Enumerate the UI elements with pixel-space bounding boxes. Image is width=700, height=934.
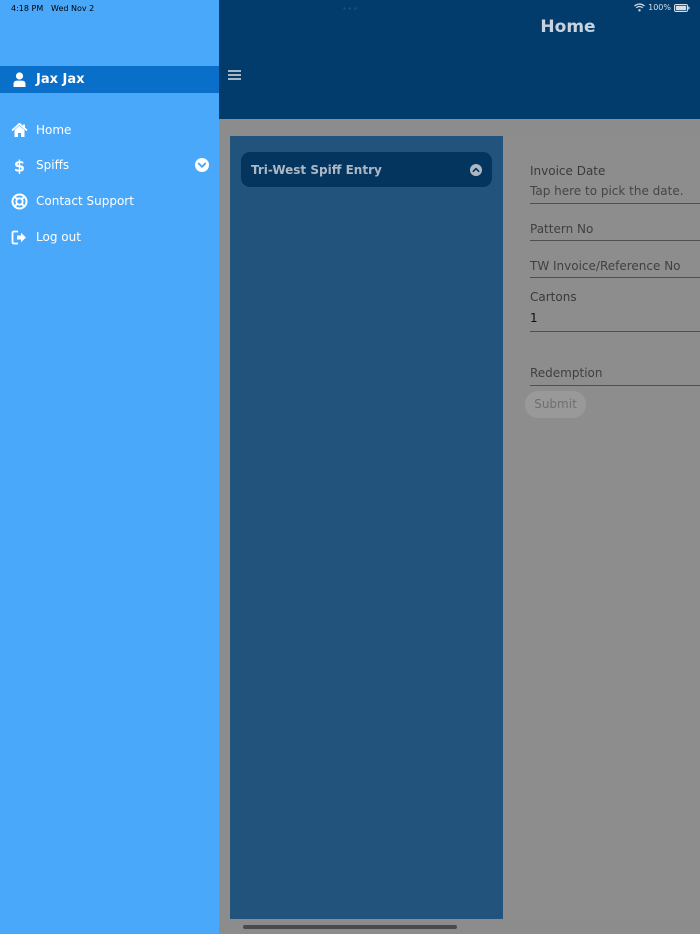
cartons-label: Cartons [530, 290, 577, 304]
accordion-title: Tri-West Spiff Entry [251, 163, 382, 177]
wifi-icon [634, 3, 646, 12]
user-name: Jax Jax [36, 72, 85, 87]
chevron-up-circle-icon [470, 164, 482, 176]
invoice-date-underline [530, 203, 700, 204]
nav-item-log-out[interactable]: Log out [0, 222, 219, 252]
invoice-date-label: Invoice Date [530, 164, 606, 178]
redemption-underline [530, 385, 700, 386]
nav-label-spiffs: Spiffs [36, 158, 70, 172]
nav-label-log-out: Log out [36, 230, 81, 244]
nav-item-spiffs[interactable]: $ Spiffs [0, 150, 219, 180]
svg-text:$: $ [14, 157, 25, 174]
invoice-date-field[interactable]: Tap here to pick the date. [530, 184, 684, 198]
tw-invoice-underline [530, 277, 700, 278]
dollar-icon: $ [14, 157, 25, 174]
lifebuoy-icon [11, 193, 28, 210]
spiff-list-panel [230, 136, 503, 919]
submit-button[interactable]: Submit [525, 391, 586, 418]
cartons-underline [530, 331, 700, 332]
pattern-no-field[interactable]: Pattern No [530, 222, 593, 236]
pattern-no-underline [530, 240, 700, 241]
page-title: Home [540, 17, 596, 37]
user-profile-row[interactable]: Jax Jax [0, 66, 219, 93]
menu-icon[interactable] [226, 68, 246, 86]
nav-label-contact-support: Contact Support [36, 194, 134, 208]
nav-item-home[interactable]: Home [0, 115, 219, 145]
accordion-tri-west-spiff-entry[interactable]: Tri-West Spiff Entry [241, 152, 492, 187]
battery-percentage: 100% [648, 3, 671, 12]
cartons-field[interactable]: 1 [530, 311, 538, 325]
spiff-form-panel [503, 136, 700, 919]
multitasking-dots-icon[interactable] [343, 7, 357, 10]
logout-icon [11, 230, 26, 245]
home-icon [11, 122, 28, 137]
status-date: Wed Nov 2 [51, 4, 95, 13]
status-time: 4:18 PM [11, 4, 44, 13]
nav-drawer: 4:18 PM Wed Nov 2 Jax Jax Home $ Spiffs [0, 0, 219, 934]
tw-invoice-field[interactable]: TW Invoice/Reference No [530, 259, 681, 273]
nav-label-home: Home [36, 123, 72, 137]
nav-item-contact-support[interactable]: Contact Support [0, 186, 219, 216]
status-indicators: 100% [634, 3, 690, 12]
redemption-field[interactable]: Redemption [530, 366, 602, 380]
user-icon [13, 72, 26, 87]
home-indicator[interactable] [243, 925, 457, 929]
chevron-down-circle-icon[interactable] [195, 158, 209, 172]
battery-icon [674, 3, 690, 12]
